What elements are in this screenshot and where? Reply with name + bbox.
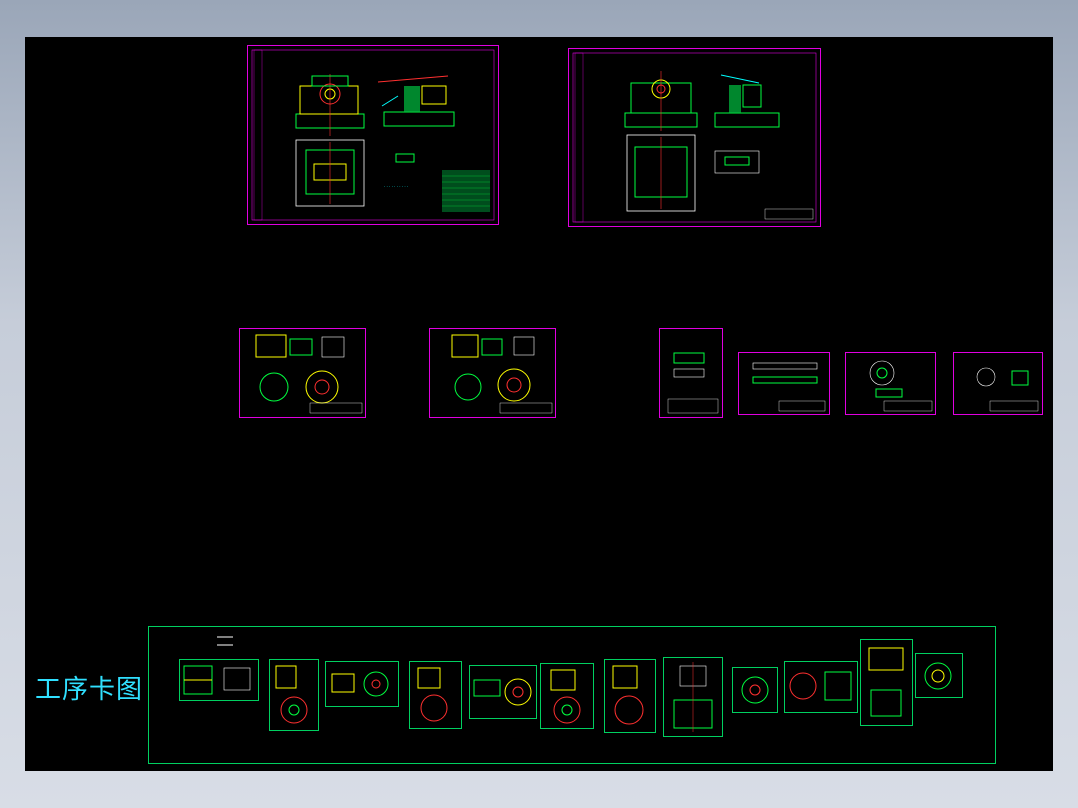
part-drawing-6 — [976, 367, 1039, 412]
process-card-12-drawing — [924, 662, 952, 690]
process-card-2[interactable] — [269, 659, 319, 731]
frame-mark — [217, 636, 233, 646]
part-drawing-5 — [869, 360, 933, 412]
part-drawing-2 — [451, 334, 553, 414]
part-sheet-4[interactable] — [738, 352, 830, 415]
part-sheet-2[interactable] — [429, 328, 556, 418]
part-drawing-1 — [255, 334, 363, 414]
process-card-1-drawing — [183, 665, 251, 695]
assembly-drawing-2 — [572, 52, 817, 223]
process-card-8-drawing — [673, 662, 713, 732]
process-card-2-drawing — [275, 665, 308, 724]
process-card-5-drawing — [473, 678, 532, 706]
process-card-1[interactable] — [179, 659, 259, 701]
process-card-5[interactable] — [469, 665, 537, 719]
process-card-11-drawing — [868, 647, 904, 717]
assembly-sheet-1[interactable]: · · · · · · · · · · — [247, 45, 499, 225]
process-card-12[interactable] — [915, 653, 963, 698]
process-card-3-drawing — [331, 671, 389, 697]
process-card-4[interactable] — [409, 661, 462, 729]
drawing-canvas[interactable]: · · · · · · · · · · 工序卡图 — [25, 37, 1053, 771]
process-card-9[interactable] — [732, 667, 778, 713]
process-card-frame[interactable] — [148, 626, 996, 764]
process-card-7[interactable] — [604, 659, 656, 733]
process-card-11[interactable] — [860, 639, 913, 726]
part-sheet-1[interactable] — [239, 328, 366, 418]
process-card-6-drawing — [550, 669, 581, 724]
part-sheet-6[interactable] — [953, 352, 1043, 415]
process-card-10-drawing — [789, 671, 852, 701]
process-card-6[interactable] — [540, 663, 594, 729]
process-card-8[interactable] — [663, 657, 723, 737]
process-card-9-drawing — [741, 676, 769, 704]
process-card-3[interactable] — [325, 661, 399, 707]
part-sheet-3[interactable] — [659, 328, 723, 418]
part-sheet-5[interactable] — [845, 352, 936, 415]
part-drawing-4 — [752, 362, 826, 412]
process-card-4-drawing — [417, 667, 448, 722]
assembly-sheet-2[interactable] — [568, 48, 821, 227]
process-card-10[interactable] — [784, 661, 858, 713]
assembly-drawing-1: · · · · · · · · · · — [251, 49, 495, 221]
process-card-7-drawing — [612, 665, 644, 725]
svg-text:· · · · · · · · · ·: · · · · · · · · · · — [384, 184, 408, 189]
process-card-label: 工序卡图 — [35, 675, 144, 705]
part-drawing-3 — [667, 352, 719, 414]
